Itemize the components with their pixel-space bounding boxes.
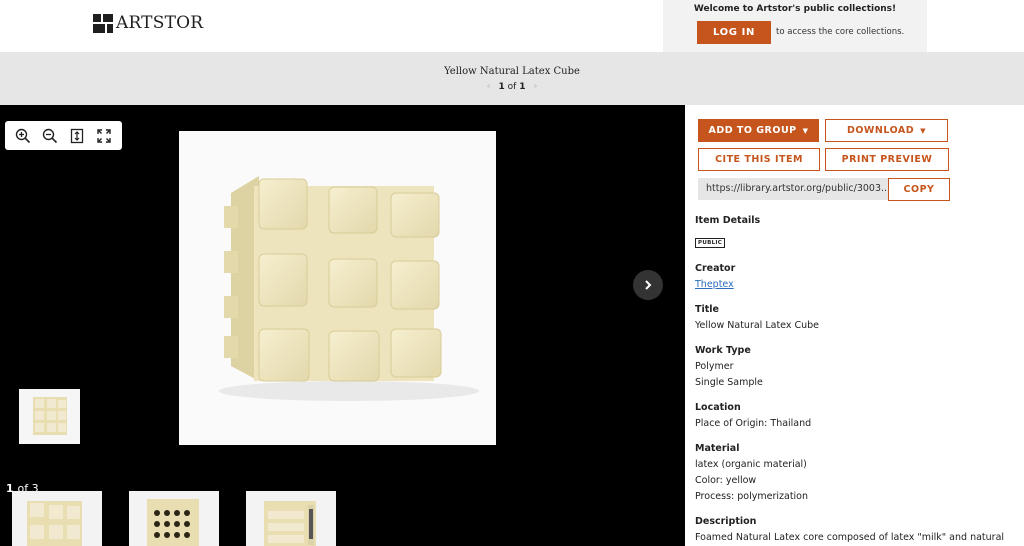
fit-height-icon[interactable]: [66, 125, 88, 147]
public-badge: PUBLIC: [695, 238, 726, 248]
item-url-field[interactable]: https://library.artstor.org/public/3003.…: [698, 178, 888, 200]
login-panel: Welcome to Artstor's public collections!…: [663, 0, 927, 52]
pager-current: 1: [498, 82, 505, 92]
log-in-button[interactable]: LOG IN: [697, 21, 771, 44]
creator-link[interactable]: Theptex: [695, 279, 734, 290]
caret-down-icon: ▼: [920, 126, 927, 135]
pager-total: 1: [519, 82, 526, 92]
work-type-label: Work Type: [695, 345, 751, 356]
creator-label: Creator: [695, 263, 736, 274]
download-button[interactable]: DOWNLOAD ▼: [825, 119, 948, 142]
description-value: Foamed Natural Latex core composed of la…: [695, 532, 1005, 543]
item-details-heading: Item Details: [695, 215, 761, 226]
description-label: Description: [695, 516, 757, 527]
material-value: Process: polymerization: [695, 491, 809, 502]
add-to-group-button[interactable]: ADD TO GROUP ▼: [698, 119, 819, 142]
print-preview-button[interactable]: PRINT PREVIEW: [825, 148, 949, 171]
copy-url-button[interactable]: COPY: [888, 178, 950, 201]
location-value: Place of Origin: Thailand: [695, 418, 812, 429]
welcome-message: Welcome to Artstor's public collections!: [693, 4, 897, 14]
filmstrip-thumb-1[interactable]: [12, 491, 102, 546]
item-detail-panel: ADD TO GROUP ▼ DOWNLOAD ▼ CITE THIS ITEM P…: [685, 105, 1024, 546]
artstor-logo[interactable]: ARTSTOR: [93, 13, 203, 33]
work-type-value: Single Sample: [695, 377, 763, 388]
image-viewer[interactable]: 1 of 3: [0, 105, 685, 546]
chevron-right-icon: [645, 280, 652, 290]
next-item-icon[interactable]: ›: [533, 81, 537, 92]
fullscreen-icon[interactable]: [93, 125, 115, 147]
zoom-toolbar: [5, 121, 122, 150]
download-label: DOWNLOAD: [846, 125, 915, 136]
main-artwork-image[interactable]: [179, 131, 496, 445]
login-note: to access the core collections.: [776, 27, 905, 37]
material-value: latex (organic material): [695, 459, 807, 470]
add-to-group-label: ADD TO GROUP: [708, 125, 797, 136]
material-value: Color: yellow: [695, 475, 757, 486]
site-header: ARTSTOR Welcome to Artstor's public coll…: [0, 0, 1024, 52]
pager-of: of: [507, 82, 517, 92]
item-title: Yellow Natural Latex Cube: [444, 66, 580, 77]
item-pager: ‹ 1 of 1 ›: [0, 81, 1024, 92]
title-value: Yellow Natural Latex Cube: [695, 320, 820, 331]
navigator-thumbnail[interactable]: [19, 389, 80, 444]
cite-this-item-button[interactable]: CITE THIS ITEM: [698, 148, 820, 171]
filmstrip-thumb-2[interactable]: [129, 491, 219, 546]
filmstrip-thumb-3[interactable]: [246, 491, 336, 546]
prev-item-icon[interactable]: ‹: [487, 81, 491, 92]
location-label: Location: [695, 402, 741, 413]
logo-text: ARTSTOR: [116, 13, 204, 33]
zoom-out-icon[interactable]: [39, 125, 61, 147]
item-title-bar: Yellow Natural Latex Cube ‹ 1 of 1 ›: [0, 52, 1024, 105]
artstor-logo-mark: [93, 13, 113, 33]
zoom-in-icon[interactable]: [12, 125, 34, 147]
material-label: Material: [695, 443, 740, 454]
title-label: Title: [695, 304, 719, 315]
caret-down-icon: ▼: [802, 126, 809, 135]
next-image-button[interactable]: [633, 270, 663, 300]
work-type-value: Polymer: [695, 361, 734, 372]
